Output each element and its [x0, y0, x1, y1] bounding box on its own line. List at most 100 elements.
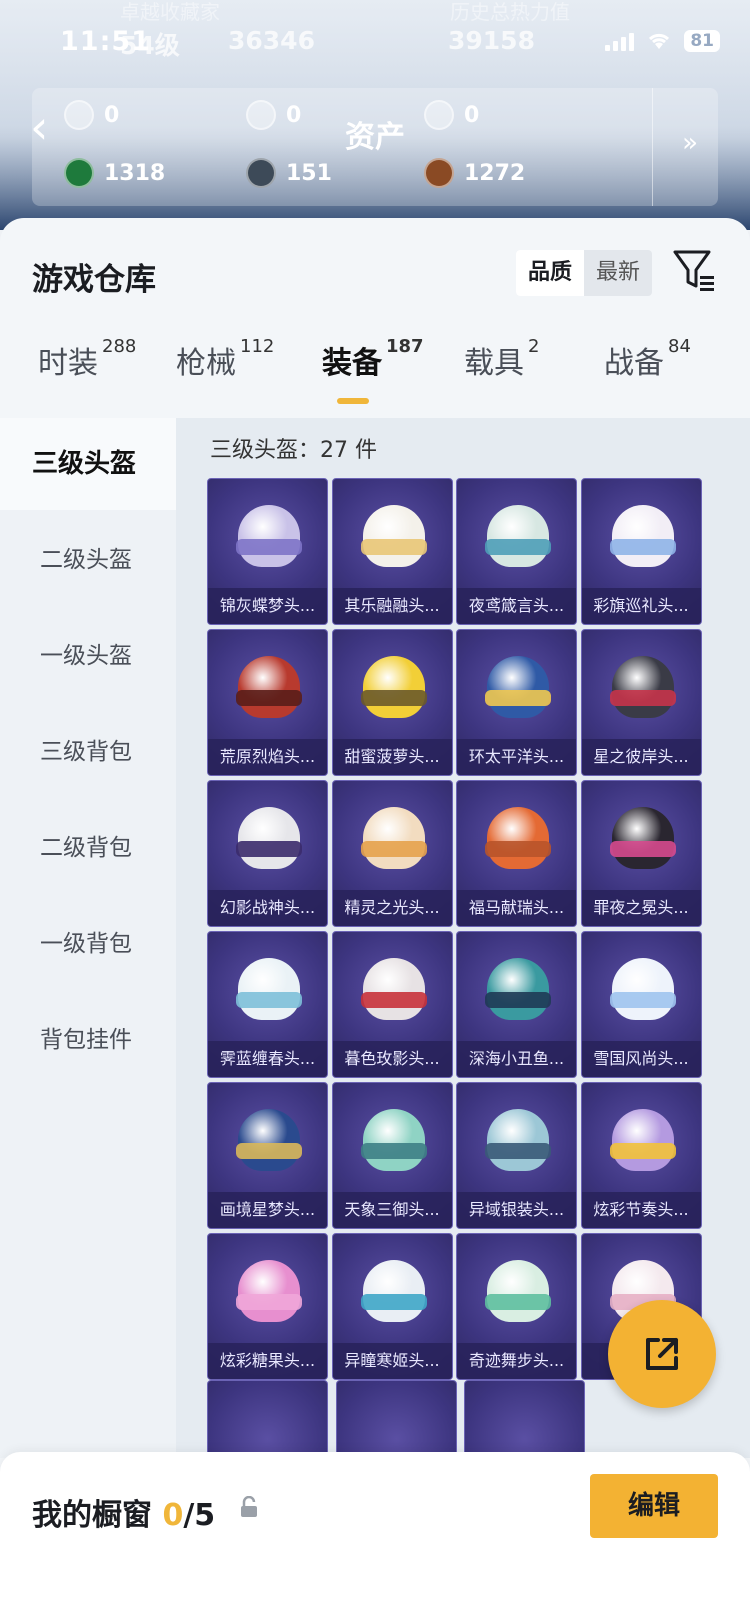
visor-icon	[609, 1143, 676, 1159]
sort-quality[interactable]: 品质	[516, 250, 585, 296]
item-card[interactable]: 天象三御头...	[331, 1082, 453, 1229]
asset-value: 0	[104, 102, 120, 128]
item-name: 画境星梦头...	[208, 1192, 327, 1228]
item-name: 霁蓝缠春头...	[208, 1041, 327, 1077]
item-name: 福马献瑞头...	[457, 890, 576, 926]
item-card[interactable]: 霁蓝缠春头...	[207, 931, 328, 1078]
subcategory-sidebar: 三级头盔 二级头盔 一级头盔 三级背包 二级背包 一级背包 背包挂件	[0, 418, 176, 1458]
clock: 11:51	[60, 26, 151, 57]
showcase-used-count: 0	[162, 1498, 184, 1533]
item-card[interactable]: 福马献瑞头...	[456, 780, 577, 927]
helmet-icon	[238, 505, 300, 567]
sort-latest[interactable]: 最新	[584, 250, 652, 296]
asset-value: 1318	[104, 160, 166, 186]
item-name: 炫彩糖果头...	[208, 1343, 327, 1379]
sidebar-item-level2-helmet[interactable]: 二级头盔	[0, 514, 176, 606]
filter-icon[interactable]	[672, 248, 716, 294]
asset-coin: 0	[246, 100, 301, 130]
asset-divider	[652, 88, 653, 206]
item-card[interactable]: 其乐融融头...	[331, 478, 453, 625]
item-card[interactable]: 精灵之光头...	[331, 780, 453, 927]
item-card[interactable]: 锦灰蝶梦头...	[207, 478, 328, 625]
asset-value: 0	[464, 102, 480, 128]
dark-token-icon	[246, 158, 276, 188]
sidebar-item-backpack-charm[interactable]: 背包挂件	[0, 994, 176, 1086]
sidebar-item-level1-helmet[interactable]: 一级头盔	[0, 610, 176, 702]
item-name: 彩旗巡礼头...	[581, 588, 701, 624]
edit-button[interactable]: 编辑	[590, 1474, 718, 1538]
visor-icon	[360, 992, 427, 1008]
showcase-title: 我的橱窗	[32, 1498, 152, 1533]
visor-icon	[609, 539, 676, 555]
visor-icon	[236, 1143, 302, 1159]
item-card[interactable]: 炫彩节奏头...	[580, 1082, 702, 1229]
gold-coin-icon	[424, 100, 454, 130]
visor-icon	[236, 841, 302, 857]
tab-vehicles[interactable]: 载具 2	[464, 336, 539, 382]
asset-value: 0	[286, 102, 302, 128]
item-name: 其乐融融头...	[332, 588, 452, 624]
item-card[interactable]: 环太平洋头...	[456, 629, 577, 776]
share-icon	[646, 1338, 678, 1370]
item-card[interactable]	[464, 1380, 585, 1458]
item-card[interactable]: 星之彼岸头...	[580, 629, 702, 776]
visor-icon	[485, 992, 551, 1008]
item-card[interactable]: 暮色玫影头...	[331, 931, 453, 1078]
item-name: 炫彩节奏头...	[581, 1192, 701, 1228]
tab-supplies[interactable]: 战备 84	[604, 336, 691, 382]
share-button[interactable]	[608, 1300, 716, 1408]
asset-gem: 1318	[64, 158, 165, 188]
item-name: 深海小丑鱼...	[457, 1041, 576, 1077]
item-name: 奇迹舞步头...	[457, 1343, 576, 1379]
item-card[interactable]: 甜蜜菠萝头...	[331, 629, 453, 776]
item-name: 荒原烈焰头...	[208, 739, 327, 775]
card-icon	[64, 100, 94, 130]
visor-icon	[360, 539, 427, 555]
tab-label: 载具	[464, 346, 524, 381]
item-card[interactable]: 幻影战神头...	[207, 780, 328, 927]
tab-label: 装备	[322, 346, 382, 381]
visor-icon	[360, 841, 427, 857]
status-bar: 11:51 81	[0, 20, 750, 70]
item-card[interactable]: 夜鸢箴言头...	[456, 478, 577, 625]
tab-label: 时装	[38, 346, 98, 381]
item-card[interactable]: 彩旗巡礼头...	[580, 478, 702, 625]
item-card[interactable]: 异域银装头...	[456, 1082, 577, 1229]
helmet-icon	[362, 1260, 425, 1322]
item-card[interactable]	[207, 1380, 328, 1458]
helmet-icon	[362, 1109, 425, 1171]
sidebar-item-level3-backpack[interactable]: 三级背包	[0, 706, 176, 798]
sort-toggle[interactable]: 品质 最新	[516, 250, 653, 296]
item-card[interactable]: 雪国风尚头...	[580, 931, 702, 1078]
chevron-right-icon[interactable]: »	[682, 128, 698, 158]
visor-icon	[360, 1294, 427, 1310]
item-card[interactable]: 炫彩糖果头...	[207, 1233, 328, 1380]
tab-label: 战备	[604, 346, 664, 381]
item-card[interactable]: 异瞳寒姬头...	[331, 1233, 453, 1380]
category-tabs: 时装 288 枪械 112 装备 187 载具 2 战备 84	[0, 336, 750, 398]
item-card[interactable]: 画境星梦头...	[207, 1082, 328, 1229]
item-card[interactable]: 罪夜之冕头...	[580, 780, 702, 927]
helmet-icon	[238, 1109, 300, 1171]
asset-card: 0	[64, 100, 119, 130]
visor-icon	[485, 1294, 551, 1310]
item-count-label: 三级头盔：27 件	[210, 438, 377, 463]
sidebar-item-level1-backpack[interactable]: 一级背包	[0, 898, 176, 990]
item-card[interactable]: 深海小丑鱼...	[456, 931, 577, 1078]
item-name: 异域银装头...	[457, 1192, 576, 1228]
visor-icon	[236, 539, 302, 555]
item-name: 雪国风尚头...	[581, 1041, 701, 1077]
item-card[interactable]: 荒原烈焰头...	[207, 629, 328, 776]
helmet-icon	[487, 656, 549, 718]
tab-equipment[interactable]: 装备 187	[322, 336, 424, 382]
item-card[interactable]	[336, 1380, 457, 1458]
tab-fashion[interactable]: 时装 288	[38, 336, 136, 382]
sidebar-item-level2-backpack[interactable]: 二级背包	[0, 802, 176, 894]
tab-guns[interactable]: 枪械 112	[176, 336, 274, 382]
visor-icon	[609, 841, 676, 857]
asset-value: 151	[286, 160, 332, 186]
sidebar-item-level3-helmet[interactable]: 三级头盔	[0, 418, 176, 510]
lock-icon	[241, 1496, 257, 1517]
helmet-icon	[362, 958, 425, 1020]
item-card[interactable]: 奇迹舞步头...	[456, 1233, 577, 1380]
